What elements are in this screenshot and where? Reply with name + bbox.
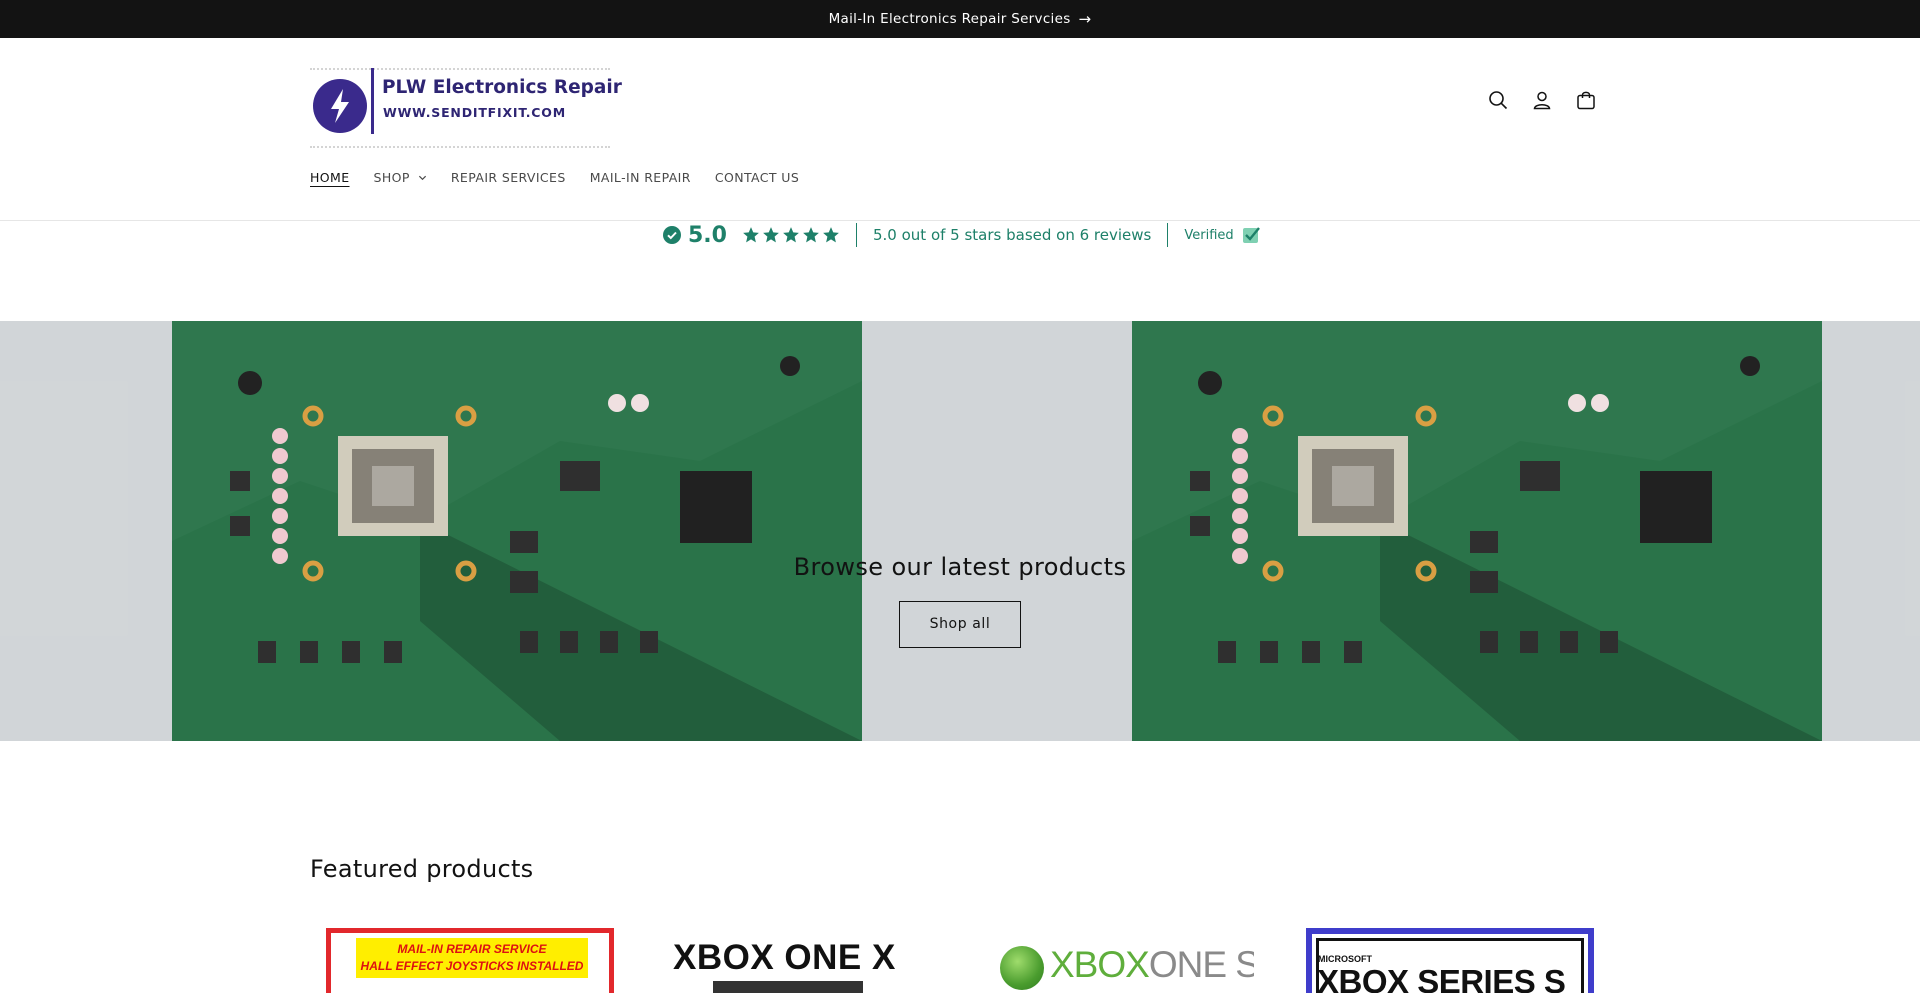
review-summary: 5.0 out of 5 stars based on 6 reviews (872, 226, 1152, 244)
lightning-bolt-icon (313, 79, 367, 133)
product-image-text: MAIL-IN REPAIR SERVICE (397, 942, 547, 956)
product-card[interactable]: MAIL-IN REPAIR SERVICE HALL EFFECT JOYST… (326, 928, 614, 993)
product-image: MAIL-IN REPAIR SERVICE HALL EFFECT JOYST… (356, 938, 588, 978)
star-icon (743, 227, 759, 243)
star-icon (763, 227, 779, 243)
product-card[interactable]: MICROSOFT XBOX SERIES S (1306, 928, 1594, 993)
main-nav: HOME SHOP REPAIR SERVICES MAIL-IN REPAIR… (310, 170, 823, 185)
star-icon (803, 227, 819, 243)
header-icons (1488, 90, 1596, 110)
star-icon (823, 227, 839, 243)
divider (1167, 223, 1169, 247)
nav-home[interactable]: HOME (310, 170, 350, 185)
product-image (713, 981, 863, 993)
logo-divider (371, 68, 374, 134)
search-icon[interactable] (1488, 90, 1508, 110)
product-card[interactable]: XBOXONE S (966, 928, 1254, 993)
site-header: PLW Electronics Repair WWW.SENDITFIXIT.C… (0, 38, 1920, 221)
nav-contact-us[interactable]: CONTACT US (715, 170, 799, 185)
nav-repair-services[interactable]: REPAIR SERVICES (451, 170, 566, 185)
product-image-text: XBOX SERIES S (1317, 963, 1566, 993)
arrow-right-icon: → (1078, 10, 1092, 28)
product-grid: MAIL-IN REPAIR SERVICE HALL EFFECT JOYST… (310, 928, 1610, 993)
verified-label: Verified (1184, 227, 1234, 243)
product-card[interactable]: XBOX ONE X (646, 928, 934, 993)
xbox-logo-icon (1000, 946, 1044, 990)
cart-icon[interactable] (1576, 90, 1596, 110)
star-icon (783, 227, 799, 243)
site-logo[interactable]: PLW Electronics Repair WWW.SENDITFIXIT.C… (310, 68, 622, 148)
verified-badge-icon (1242, 227, 1260, 243)
shop-all-button[interactable]: Shop all (899, 601, 1021, 648)
hero-overlay (0, 321, 1920, 741)
logo-name: PLW Electronics Repair (382, 77, 622, 98)
account-icon[interactable] (1532, 90, 1552, 110)
check-circle-icon (663, 226, 681, 244)
nav-shop[interactable]: SHOP (374, 170, 427, 185)
hero-content: Browse our latest products Shop all (0, 553, 1920, 648)
featured-products-heading: Featured products (310, 855, 534, 883)
review-score: 5.0 (688, 222, 727, 248)
product-image-text: XBOXONE S (1050, 944, 1254, 985)
hero-heading: Browse our latest products (793, 553, 1127, 581)
chevron-down-icon (418, 175, 426, 181)
product-image-text: XBOX ONE X (673, 938, 896, 977)
nav-shop-label: SHOP (373, 170, 410, 185)
reviews-widget[interactable]: 5.0 5.0 out of 5 stars based on 6 review… (663, 222, 1260, 248)
star-rating (742, 226, 840, 244)
nav-mail-in-repair[interactable]: MAIL-IN REPAIR (590, 170, 691, 185)
announcement-text[interactable]: Mail-In Electronics Repair Servcies (829, 11, 1071, 27)
divider (855, 223, 857, 247)
announcement-bar[interactable]: Mail-In Electronics Repair Servcies → (0, 0, 1920, 38)
hero-banner: Browse our latest products Shop all (0, 321, 1920, 741)
product-image-text: HALL EFFECT JOYSTICKS INSTALLED (360, 959, 584, 973)
logo-url: WWW.SENDITFIXIT.COM (383, 105, 566, 120)
